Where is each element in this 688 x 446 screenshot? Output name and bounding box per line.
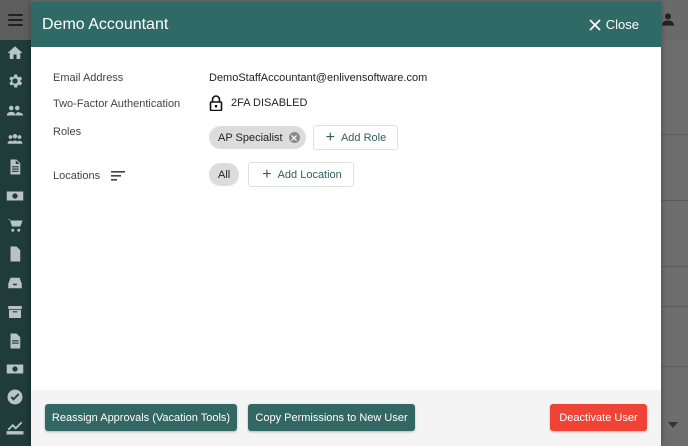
email-value: DemoStaffAccountant@enlivensoftware.com bbox=[209, 72, 428, 84]
add-location-button[interactable]: + Add Location bbox=[248, 162, 354, 187]
gear-icon[interactable] bbox=[4, 70, 26, 92]
roles-list: AP Specialist + Add Role bbox=[209, 125, 399, 150]
cash-icon[interactable] bbox=[4, 358, 26, 380]
modal-header: Demo Accountant Close bbox=[31, 2, 661, 47]
copy-permissions-button[interactable]: Copy Permissions to New User bbox=[248, 404, 415, 431]
close-button[interactable]: Close bbox=[589, 17, 639, 32]
modal-body: Email Address DemoStaffAccountant@enlive… bbox=[31, 47, 661, 388]
add-role-button[interactable]: + Add Role bbox=[312, 125, 399, 150]
hamburger-icon bbox=[8, 14, 23, 26]
role-chip-label: AP Specialist bbox=[218, 131, 283, 144]
twofa-status: 2FA DISABLED bbox=[209, 95, 307, 111]
check-circle-icon[interactable] bbox=[4, 386, 26, 408]
caret-down-icon[interactable] bbox=[668, 422, 678, 428]
filter-icon[interactable] bbox=[111, 171, 126, 181]
twofa-label: Two-Factor Authentication bbox=[53, 98, 181, 110]
archive-icon[interactable] bbox=[4, 301, 26, 323]
locations-label: Locations bbox=[53, 170, 101, 182]
users-gear-icon[interactable] bbox=[4, 100, 26, 122]
modal-title: Demo Accountant bbox=[42, 15, 169, 33]
user-detail-modal: Demo Accountant Close Email Address Demo… bbox=[31, 2, 661, 446]
locations-list: All + Add Location bbox=[209, 162, 354, 187]
locations-label-group: Locations bbox=[53, 170, 126, 182]
app-sidebar bbox=[0, 0, 31, 446]
app-topbar bbox=[660, 0, 688, 40]
file-icon[interactable] bbox=[4, 243, 26, 265]
add-location-label: Add Location bbox=[277, 168, 342, 181]
modal-footer: Reassign Approvals (Vacation Tools) Copy… bbox=[31, 390, 661, 446]
users-icon[interactable] bbox=[4, 129, 26, 151]
invoice-icon[interactable] bbox=[4, 330, 26, 352]
cart-icon[interactable] bbox=[4, 214, 26, 236]
menu-toggle[interactable] bbox=[0, 0, 31, 40]
role-chip: AP Specialist bbox=[209, 126, 306, 149]
add-role-label: Add Role bbox=[340, 131, 387, 144]
document-icon[interactable] bbox=[4, 156, 26, 178]
close-label: Close bbox=[605, 17, 639, 32]
app-content-background bbox=[660, 40, 688, 446]
location-chip: All bbox=[209, 163, 240, 186]
email-label: Email Address bbox=[53, 72, 124, 84]
deactivate-user-button[interactable]: Deactivate User bbox=[550, 404, 647, 431]
lock-icon bbox=[209, 95, 223, 111]
close-icon bbox=[589, 18, 601, 31]
chart-icon[interactable] bbox=[4, 415, 26, 437]
inbox-icon[interactable] bbox=[4, 272, 26, 294]
remove-role-icon[interactable] bbox=[288, 132, 300, 143]
money-icon[interactable] bbox=[4, 185, 26, 207]
twofa-value: 2FA DISABLED bbox=[231, 97, 308, 109]
reassign-approvals-button[interactable]: Reassign Approvals (Vacation Tools) bbox=[45, 404, 237, 431]
home-icon[interactable] bbox=[4, 42, 26, 64]
plus-icon: + bbox=[325, 128, 335, 146]
user-icon[interactable] bbox=[660, 11, 676, 27]
plus-icon: + bbox=[262, 165, 272, 183]
roles-label: Roles bbox=[53, 126, 82, 138]
